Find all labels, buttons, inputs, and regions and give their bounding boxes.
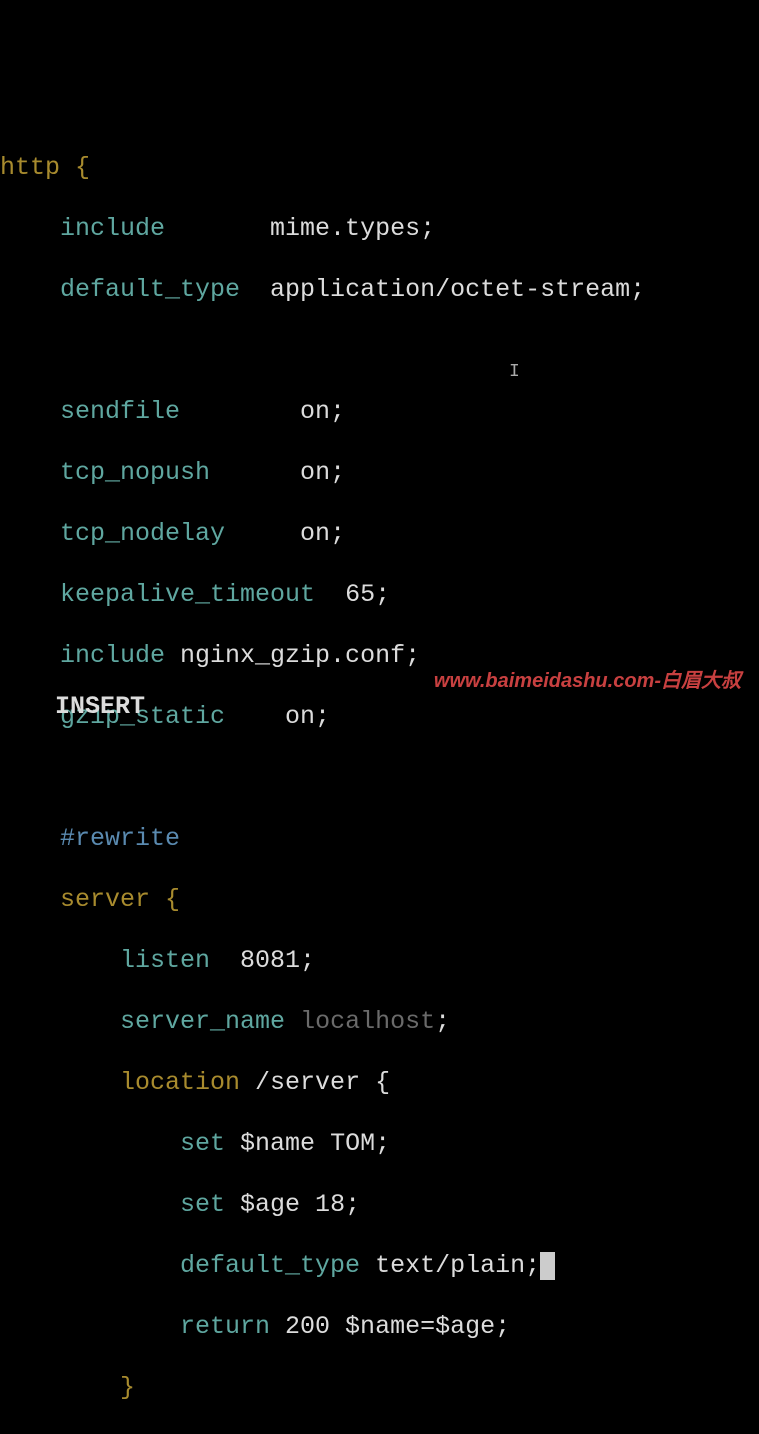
code-editor[interactable]: http { include mime.types; default_type … <box>0 122 759 1434</box>
directive: listen <box>0 946 210 975</box>
code-line <box>0 763 759 794</box>
comment: #rewrite <box>0 824 180 853</box>
code-line: default_type text/plain; <box>0 1251 759 1282</box>
code-line: set $name TOM; <box>0 1129 759 1160</box>
directive: default_type <box>0 275 240 304</box>
directive: set <box>0 1190 225 1219</box>
value: mime.types; <box>165 214 435 243</box>
code-line: server { <box>0 885 759 916</box>
value: on; <box>225 702 330 731</box>
value: 200 $name=$age; <box>270 1312 510 1341</box>
directive: return <box>0 1312 270 1341</box>
directive: http { <box>0 153 90 182</box>
value: text/plain; <box>360 1251 540 1280</box>
code-line: tcp_nodelay on; <box>0 519 759 550</box>
code-line: listen 8081; <box>0 946 759 977</box>
code-line: server_name localhost; <box>0 1007 759 1038</box>
brace: } <box>0 1373 135 1402</box>
code-line: sendfile on; <box>0 397 759 428</box>
editor-mode-indicator: INSERT <box>55 692 145 723</box>
code-line: tcp_nopush on; <box>0 458 759 489</box>
code-line: set $age 18; <box>0 1190 759 1221</box>
directive: location <box>0 1068 240 1097</box>
value-hostname: localhost <box>300 1007 435 1036</box>
code-line: return 200 $name=$age; <box>0 1312 759 1343</box>
directive: tcp_nodelay <box>0 519 225 548</box>
directive: server { <box>0 885 180 914</box>
value: $name TOM; <box>225 1129 390 1158</box>
value: on; <box>210 458 345 487</box>
value: nginx_gzip.conf; <box>165 641 420 670</box>
directive: server_name <box>0 1007 300 1036</box>
code-line: http { <box>0 153 759 184</box>
code-line: } <box>0 1373 759 1404</box>
directive: include <box>0 214 165 243</box>
value: 8081; <box>210 946 315 975</box>
watermark-text: www.baimeidashu.com-白眉大叔 <box>434 669 741 693</box>
value: on; <box>180 397 345 426</box>
value: application/octet-stream; <box>240 275 645 304</box>
code-line: default_type application/octet-stream; <box>0 275 759 306</box>
text-cursor <box>540 1252 555 1280</box>
directive: sendfile <box>0 397 180 426</box>
directive: set <box>0 1129 225 1158</box>
code-line: keepalive_timeout 65; <box>0 580 759 611</box>
value: on; <box>225 519 345 548</box>
caret-icon: I <box>509 362 520 384</box>
directive: include <box>0 641 165 670</box>
value: 65; <box>315 580 390 609</box>
directive: tcp_nopush <box>0 458 210 487</box>
code-line <box>0 336 759 367</box>
value: /server { <box>240 1068 390 1097</box>
code-line: #rewrite <box>0 824 759 855</box>
directive: keepalive_timeout <box>0 580 315 609</box>
code-line: location /server { <box>0 1068 759 1099</box>
directive: default_type <box>0 1251 360 1280</box>
code-line: include mime.types; <box>0 214 759 245</box>
value: $age 18; <box>225 1190 360 1219</box>
code-line: include nginx_gzip.conf; <box>0 641 759 672</box>
